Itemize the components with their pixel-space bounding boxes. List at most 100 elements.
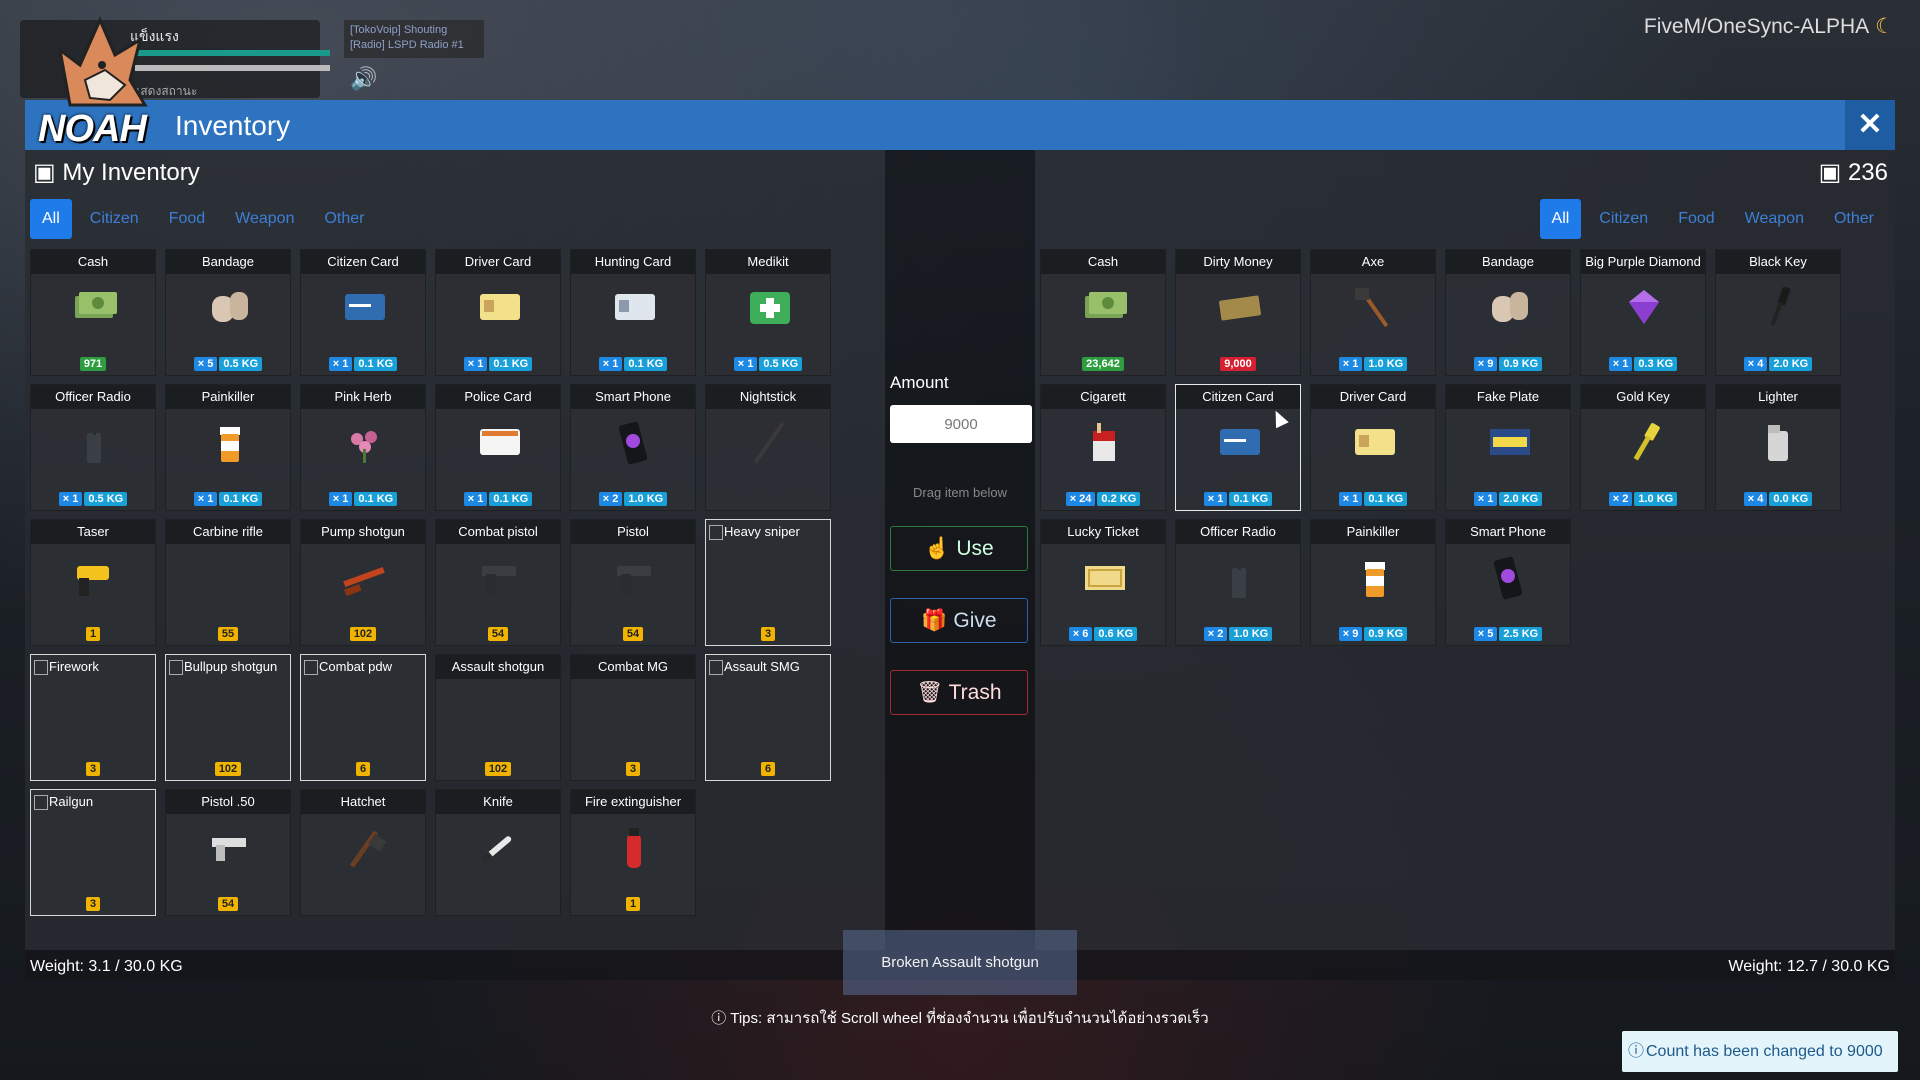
weight-badge: 1.0 KG bbox=[1364, 357, 1408, 371]
right-item-slot[interactable]: Axe × 1 1.0 KG bbox=[1310, 249, 1436, 376]
left-item-slot[interactable]: Nightstick bbox=[705, 384, 831, 511]
tips-label: Tips: สามารถใช้ Scroll wheel ที่ช่องจำนว… bbox=[730, 1010, 1209, 1027]
my-inventory-label: My Inventory bbox=[62, 159, 200, 186]
left-item-slot[interactable]: Bandage × 5 0.5 KG bbox=[165, 249, 291, 376]
pistol-silver-icon bbox=[204, 822, 254, 872]
ticket-icon bbox=[1079, 552, 1129, 602]
item-name: Officer Radio bbox=[31, 385, 155, 409]
use-button[interactable]: ☝ Use bbox=[890, 526, 1028, 571]
close-button[interactable]: ✕ bbox=[1845, 100, 1895, 150]
box-icon: ▣ bbox=[33, 159, 56, 186]
key-gold-icon bbox=[1619, 417, 1669, 467]
right-item-slot[interactable]: Black Key × 4 2.0 KG bbox=[1715, 249, 1841, 376]
left-item-slot[interactable]: Assault SMG 6 bbox=[705, 654, 831, 781]
drag-ghost-item[interactable]: Broken Assault shotgun bbox=[843, 930, 1077, 995]
quantity-badge: × 5 bbox=[1473, 627, 1498, 641]
item-name: Driver Card bbox=[436, 250, 560, 274]
left-item-slot[interactable]: Combat pistol 54 bbox=[435, 519, 561, 646]
right-item-slot[interactable]: Bandage × 9 0.9 KG bbox=[1445, 249, 1571, 376]
right-item-slot[interactable]: Big Purple Diamond × 1 0.3 KG bbox=[1580, 249, 1706, 376]
right-tab-other[interactable]: Other bbox=[1822, 199, 1886, 239]
item-badges: 54 bbox=[166, 897, 290, 911]
left-item-slot[interactable]: Assault shotgun 102 bbox=[435, 654, 561, 781]
item-name: Fake Plate bbox=[1446, 385, 1570, 409]
left-item-slot[interactable]: Carbine rifle 55 bbox=[165, 519, 291, 646]
quantity-badge: × 9 bbox=[1473, 357, 1498, 371]
extinguisher-icon bbox=[609, 822, 659, 872]
item-name: Cash bbox=[31, 250, 155, 274]
left-item-slot[interactable]: Medikit × 1 0.5 KG bbox=[705, 249, 831, 376]
right-item-slot[interactable]: Painkiller × 9 0.9 KG bbox=[1310, 519, 1436, 646]
right-item-slot[interactable]: Dirty Money 9,000 bbox=[1175, 249, 1301, 376]
right-tab-weapon[interactable]: Weapon bbox=[1733, 199, 1816, 239]
item-name: Pistol bbox=[571, 520, 695, 544]
medikit-icon bbox=[744, 282, 794, 332]
left-item-slot[interactable]: Hatchet bbox=[300, 789, 426, 916]
left-item-slot[interactable]: Combat pdw 6 bbox=[300, 654, 426, 781]
right-item-slot[interactable]: Lighter × 4 0.0 KG bbox=[1715, 384, 1841, 511]
left-item-slot[interactable]: Citizen Card × 1 0.1 KG bbox=[300, 249, 426, 376]
left-tab-weapon[interactable]: Weapon bbox=[223, 199, 306, 239]
right-item-slot[interactable]: Gold Key × 2 1.0 KG bbox=[1580, 384, 1706, 511]
ammo-badge: 3 bbox=[85, 897, 101, 911]
right-item-slot[interactable]: Cigarett × 24 0.2 KG bbox=[1040, 384, 1166, 511]
left-item-slot[interactable]: Smart Phone × 2 1.0 KG bbox=[570, 384, 696, 511]
amount-badge: 9,000 bbox=[1220, 357, 1256, 371]
item-name: Police Card bbox=[436, 385, 560, 409]
left-tab-citizen[interactable]: Citizen bbox=[78, 199, 151, 239]
left-item-slot[interactable]: Firework 3 bbox=[30, 654, 156, 781]
left-item-slot[interactable]: Pistol 54 bbox=[570, 519, 696, 646]
left-item-slot[interactable]: Taser 1 bbox=[30, 519, 156, 646]
left-item-slot[interactable]: Pistol .50 54 bbox=[165, 789, 291, 916]
amount-input[interactable] bbox=[890, 405, 1032, 443]
right-item-slot[interactable]: Smart Phone × 5 2.5 KG bbox=[1445, 519, 1571, 646]
left-item-slot[interactable]: Heavy sniper 3 bbox=[705, 519, 831, 646]
give-button[interactable]: 🎁 Give bbox=[890, 598, 1028, 643]
item-name: Combat pistol bbox=[436, 520, 560, 544]
left-tab-all[interactable]: All bbox=[30, 199, 72, 239]
trash-button[interactable]: 🗑 Trash bbox=[890, 670, 1028, 715]
item-name: Smart Phone bbox=[571, 385, 695, 409]
left-tab-food[interactable]: Food bbox=[157, 199, 217, 239]
bandage-icon bbox=[204, 282, 254, 332]
left-item-slot[interactable]: Pink Herb × 1 0.1 KG bbox=[300, 384, 426, 511]
dirty-money-icon bbox=[1214, 282, 1264, 332]
right-tab-all[interactable]: All bbox=[1539, 199, 1582, 239]
left-item-slot[interactable]: Police Card × 1 0.1 KG bbox=[435, 384, 561, 511]
left-item-slot[interactable]: Fire extinguisher 1 bbox=[570, 789, 696, 916]
left-item-slot[interactable]: Bullpup shotgun 102 bbox=[165, 654, 291, 781]
rifle-icon bbox=[204, 552, 254, 602]
voip-status: [TokoVoip] Shouting [Radio] LSPD Radio #… bbox=[344, 20, 484, 58]
left-item-slot[interactable]: Knife bbox=[435, 789, 561, 916]
left-item-slot[interactable]: Cash 971 bbox=[30, 249, 156, 376]
right-item-slot[interactable]: Lucky Ticket × 6 0.6 KG bbox=[1040, 519, 1166, 646]
quantity-badge: × 24 bbox=[1065, 492, 1096, 506]
item-badges: × 9 0.9 KG bbox=[1311, 627, 1435, 641]
item-name: Carbine rifle bbox=[166, 520, 290, 544]
right-tab-food[interactable]: Food bbox=[1666, 199, 1726, 239]
item-badges: × 1 0.5 KG bbox=[31, 492, 155, 506]
left-item-slot[interactable]: Combat MG 3 bbox=[570, 654, 696, 781]
right-item-slot[interactable]: Driver Card × 1 0.1 KG bbox=[1310, 384, 1436, 511]
item-name: Medikit bbox=[706, 250, 830, 274]
right-item-slot[interactable]: Fake Plate × 1 2.0 KG bbox=[1445, 384, 1571, 511]
right-item-slot[interactable]: Citizen Card × 1 0.1 KG bbox=[1175, 384, 1301, 511]
right-tab-citizen[interactable]: Citizen bbox=[1587, 199, 1660, 239]
cash-icon bbox=[1079, 282, 1129, 332]
left-item-slot[interactable]: Pump shotgun 102 bbox=[300, 519, 426, 646]
left-item-slot[interactable]: Hunting Card × 1 0.1 KG bbox=[570, 249, 696, 376]
item-badges: 6 bbox=[301, 762, 425, 776]
pistol-icon bbox=[474, 552, 524, 602]
item-badges: × 1 0.1 KG bbox=[301, 492, 425, 506]
left-item-slot[interactable]: Driver Card × 1 0.1 KG bbox=[435, 249, 561, 376]
right-item-slot[interactable]: Cash 23,642 bbox=[1040, 249, 1166, 376]
left-item-slot[interactable]: Painkiller × 1 0.1 KG bbox=[165, 384, 291, 511]
quantity-badge: × 2 bbox=[1203, 627, 1228, 641]
left-tab-other[interactable]: Other bbox=[312, 199, 376, 239]
left-item-slot[interactable]: Railgun 3 bbox=[30, 789, 156, 916]
my-inventory-grid: Cash 971 Bandage × 5 0.5 KG Citizen Card × 1 0.… bbox=[30, 249, 831, 916]
ammo-badge: 54 bbox=[217, 897, 239, 911]
right-item-slot[interactable]: Officer Radio × 2 1.0 KG bbox=[1175, 519, 1301, 646]
left-item-slot[interactable]: Officer Radio × 1 0.5 KG bbox=[30, 384, 156, 511]
quantity-badge: × 2 bbox=[598, 492, 623, 506]
